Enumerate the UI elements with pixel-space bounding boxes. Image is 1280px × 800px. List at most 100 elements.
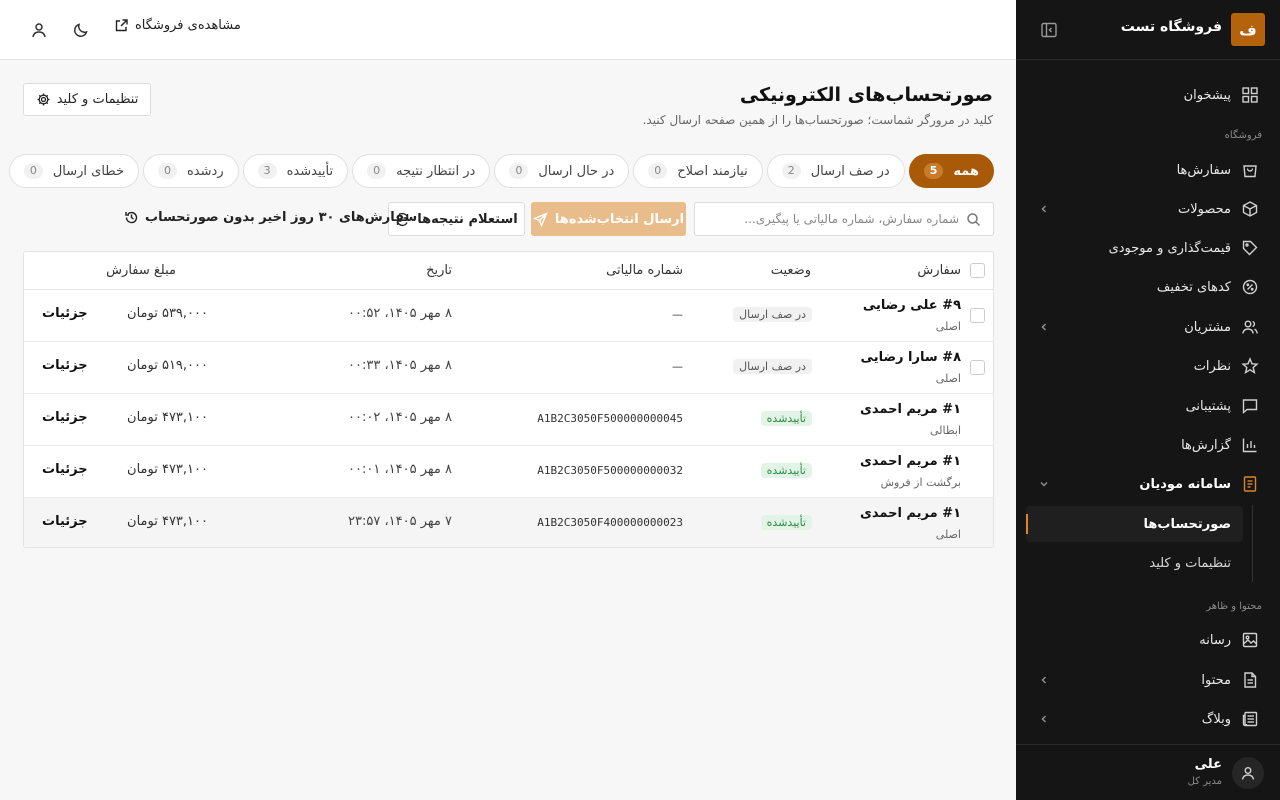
tab-send-error[interactable]: خطای ارسال 0 bbox=[8, 154, 139, 188]
settings-and-key-button[interactable]: تنظیمات و کلید bbox=[23, 83, 151, 116]
moon-icon[interactable] bbox=[72, 21, 90, 39]
send-selected-button[interactable]: ارسال انتخاب‌شده‌ها bbox=[531, 202, 686, 236]
tab-needs-fix[interactable]: نیازمند اصلاح 0 bbox=[633, 154, 763, 188]
recent-orders-without-invoice-link[interactable]: سفارش‌های ۳۰ روز اخیر بدون صورتحساب bbox=[124, 210, 417, 225]
user-name: علی bbox=[1194, 757, 1222, 772]
details-link[interactable]: جزئیات bbox=[42, 358, 88, 373]
tab-pending-result[interactable]: در انتظار نتیجه 0 bbox=[352, 154, 491, 188]
sidebar-item-label: پشتیبانی bbox=[1185, 398, 1231, 414]
sidebar-item-label: صورتحساب‌ها bbox=[1143, 516, 1231, 532]
tax-id: A1B2C3050F400000000023 bbox=[537, 516, 683, 529]
receipt-icon bbox=[1241, 475, 1259, 493]
sidebar-item-customers[interactable]: مشتریان bbox=[1016, 309, 1280, 345]
avatar[interactable] bbox=[1232, 757, 1264, 789]
invoice-type: ابطالی bbox=[929, 424, 961, 437]
details-link[interactable]: جزئیات bbox=[42, 410, 88, 425]
sidebar-item-pricing[interactable]: قیمت‌گذاری و موجودی bbox=[1016, 230, 1280, 266]
send-button-label: ارسال انتخاب‌شده‌ها bbox=[554, 211, 685, 227]
sidebar-item-products[interactable]: محصولات bbox=[1016, 191, 1280, 227]
table-row[interactable]: #۱ مریم احمدی برگشت از فروش تأییدشده A1B… bbox=[24, 446, 993, 498]
sidebar-item-content[interactable]: محتوا bbox=[1016, 662, 1280, 698]
external-link-icon bbox=[114, 18, 129, 33]
row-checkbox[interactable] bbox=[970, 360, 985, 375]
table-row[interactable]: #۱ مریم احمدی ابطالی تأییدشده A1B2C3050F… bbox=[24, 394, 993, 446]
brand-logo[interactable]: ف bbox=[1231, 13, 1265, 46]
status-badge: تأییدشده bbox=[760, 515, 812, 530]
invoices-table: سفارش وضعیت شماره مالیاتی تاریخ مبلغ سفا… bbox=[23, 251, 994, 548]
sidebar-item-orders[interactable]: سفارش‌ها bbox=[1016, 152, 1280, 188]
status-badge: در صف ارسال bbox=[733, 307, 812, 322]
sidebar-item-label: تنظیمات و کلید bbox=[1149, 555, 1231, 571]
chevron-down-icon bbox=[1038, 478, 1050, 490]
order-number[interactable]: #۹ علی رضایی bbox=[863, 298, 961, 313]
sidebar-item-label: کدهای تخفیف bbox=[1156, 279, 1231, 295]
sidebar-item-discounts[interactable]: کدهای تخفیف bbox=[1016, 269, 1280, 305]
view-store-link[interactable]: مشاهده‌ی فروشگاه bbox=[114, 18, 241, 33]
sidebar-item-label: سفارش‌ها bbox=[1176, 162, 1231, 178]
invoice-date: ۸ مهر ۱۴۰۵، ۰۰:۵۲ bbox=[348, 306, 452, 321]
sidebar-subitem-invoices[interactable]: صورتحساب‌ها bbox=[1026, 506, 1243, 542]
order-number[interactable]: #۱ مریم احمدی bbox=[860, 402, 961, 417]
table-row[interactable]: #۱ مریم احمدی اصلی تأییدشده A1B2C3050F40… bbox=[24, 498, 993, 547]
top-bar: مشاهده‌ی فروشگاه bbox=[0, 0, 1016, 60]
sidebar-item-dashboard[interactable]: پیشخوان bbox=[1016, 77, 1280, 113]
sidebar-item-moadian[interactable]: سامانه مودیان bbox=[1016, 466, 1280, 502]
history-icon bbox=[124, 210, 139, 225]
tab-label: همه bbox=[953, 163, 979, 179]
order-number[interactable]: #۱ مریم احمدی bbox=[860, 454, 961, 469]
tab-label: در انتظار نتیجه bbox=[396, 163, 476, 179]
tab-rejected[interactable]: ردشده 0 bbox=[143, 154, 239, 188]
sidebar-item-label: قیمت‌گذاری و موجودی bbox=[1108, 240, 1231, 256]
sidebar-item-reports[interactable]: گزارش‌ها bbox=[1016, 427, 1280, 463]
tab-label: تأییدشده bbox=[286, 163, 334, 179]
order-amount: ۴۷۳,۱۰۰ تومان bbox=[127, 462, 208, 477]
sidebar-item-blog[interactable]: وبلاگ bbox=[1016, 701, 1280, 737]
sidebar-item-reviews[interactable]: نظرات bbox=[1016, 348, 1280, 384]
sidebar-collapse-icon[interactable] bbox=[1040, 21, 1058, 39]
invoice-date: ۷ مهر ۱۴۰۵، ۲۳:۵۷ bbox=[348, 514, 452, 529]
tax-id: A1B2C3050F500000000032 bbox=[537, 464, 683, 477]
settings-button-label: تنظیمات و کلید bbox=[56, 92, 139, 107]
tab-all[interactable]: همه 5 bbox=[908, 154, 994, 188]
invoice-date: ۸ مهر ۱۴۰۵، ۰۰:۳۳ bbox=[348, 358, 452, 373]
tab-approved[interactable]: تأییدشده 3 bbox=[242, 154, 349, 188]
details-link[interactable]: جزئیات bbox=[42, 306, 88, 321]
status-badge: تأییدشده bbox=[760, 411, 812, 426]
user-icon[interactable] bbox=[30, 21, 48, 39]
image-icon bbox=[1241, 631, 1259, 649]
inquire-button-label: استعلام نتیجه‌ها bbox=[417, 211, 518, 227]
select-all-checkbox[interactable] bbox=[970, 263, 985, 278]
order-number[interactable]: #۱ مریم احمدی bbox=[860, 506, 961, 521]
tab-label: خطای ارسال bbox=[52, 163, 124, 179]
table-row[interactable]: #۹ علی رضایی اصلی در صف ارسال — ۸ مهر ۱۴… bbox=[24, 290, 993, 342]
tab-queued[interactable]: در صف ارسال 2 bbox=[766, 154, 905, 188]
sidebar-subitem-settings[interactable]: تنظیمات و کلید bbox=[1026, 545, 1243, 581]
invoice-type: برگشت از فروش bbox=[880, 476, 961, 489]
details-link[interactable]: جزئیات bbox=[42, 514, 88, 529]
search-icon bbox=[966, 212, 981, 227]
sidebar-item-support[interactable]: پشتیبانی bbox=[1016, 388, 1280, 424]
discount-icon bbox=[1241, 278, 1259, 296]
sidebar-section-content: محتوا و ظاهر bbox=[1206, 601, 1262, 612]
tab-sending[interactable]: در حال ارسال 0 bbox=[494, 154, 630, 188]
order-number[interactable]: #۸ سارا رضایی bbox=[861, 350, 961, 365]
sidebar-item-media[interactable]: رسانه bbox=[1016, 622, 1280, 658]
submenu-rail bbox=[1252, 505, 1253, 582]
user-profile[interactable]: علی مدیر کل bbox=[1016, 744, 1280, 800]
invoice-date: ۸ مهر ۱۴۰۵، ۰۰:۰۱ bbox=[348, 462, 452, 477]
row-checkbox[interactable] bbox=[970, 308, 985, 323]
details-link[interactable]: جزئیات bbox=[42, 462, 88, 477]
tab-count: 0 bbox=[367, 163, 387, 179]
tab-count: 5 bbox=[923, 163, 944, 179]
chevron-left-icon bbox=[1038, 674, 1050, 686]
status-filter-tabs: همه 5 در صف ارسال 2 نیازمند اصلاح 0 در حال … bbox=[8, 154, 994, 188]
table-row[interactable]: #۸ سارا رضایی اصلی در صف ارسال — ۸ مهر ۱… bbox=[24, 342, 993, 394]
store-name[interactable]: فروشگاه تست bbox=[1121, 19, 1222, 35]
search-input[interactable] bbox=[709, 203, 959, 235]
box-icon bbox=[1241, 200, 1259, 218]
newspaper-icon bbox=[1241, 710, 1259, 728]
sidebar-item-label: وبلاگ bbox=[1201, 711, 1231, 727]
order-amount: ۴۷۳,۱۰۰ تومان bbox=[127, 410, 208, 425]
tab-label: ردشده bbox=[187, 163, 224, 179]
bar-chart-icon bbox=[1241, 436, 1259, 454]
